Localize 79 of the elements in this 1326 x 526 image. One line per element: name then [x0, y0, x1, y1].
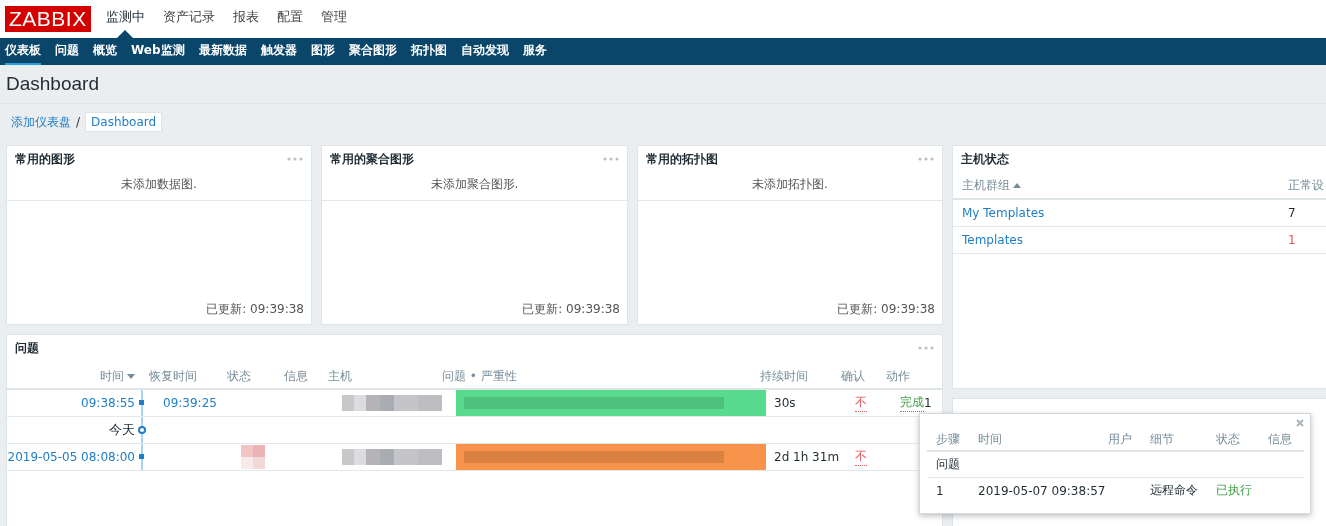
breadcrumb-separator: / [76, 115, 81, 129]
date-divider: 今天 [108, 421, 135, 439]
problem-severity-cell[interactable] [456, 390, 766, 416]
breadcrumb-link[interactable]: 添加仪表盘 [11, 111, 71, 133]
sub-menu-item[interactable]: 问题 [55, 38, 79, 65]
more-icon[interactable] [918, 157, 934, 161]
widget-title: 常用的拓扑图 [646, 150, 718, 168]
ack-link[interactable]: 不 [855, 394, 867, 412]
column-header[interactable]: 确认 [841, 365, 886, 388]
ack-link[interactable]: 不 [855, 448, 867, 466]
sub-menu-item[interactable]: 概览 [93, 38, 117, 65]
empty-message: 未添加拓扑图. [638, 172, 942, 201]
sub-menu-item[interactable]: 拓扑图 [410, 38, 447, 65]
count-cell: 7 [1288, 206, 1296, 220]
duration-cell-text: 2d 1h 31m [773, 449, 841, 466]
column-header: 信息 [1268, 430, 1292, 448]
sub-menu-item[interactable]: 仪表板 [5, 38, 41, 65]
time-link[interactable]: 2019-05-05 08:08:00 [7, 444, 135, 470]
sub-menu-item[interactable]: 最新数据 [198, 38, 247, 65]
column-header[interactable]: 主机群组 [962, 176, 1288, 194]
timeline-circle-icon [138, 426, 146, 434]
more-icon[interactable] [918, 346, 934, 350]
column-header: 时间 [978, 430, 1003, 448]
sub-menu-item[interactable]: 自动发现 [460, 38, 509, 65]
top-menu-item[interactable]: 报表 [232, 0, 259, 38]
top-menu-item[interactable]: 管理 [320, 0, 347, 38]
column-header[interactable]: 动作 [886, 365, 936, 388]
zabbix-logo[interactable]: ZABBIX [6, 7, 90, 31]
sort-down-icon [127, 374, 135, 379]
more-icon[interactable] [287, 157, 303, 161]
sub-menu-item[interactable]: Web监测 [131, 38, 185, 65]
section-label: 问题 [936, 456, 960, 473]
time-cell-text: 2019-05-07 09:38:57 [978, 483, 1107, 498]
recovery-time-link[interactable]: 09:39:25 [163, 396, 217, 410]
widget-title: 常用的聚合图形 [330, 150, 414, 168]
updated-time: 已更新: 09:39:38 [521, 301, 621, 318]
column-header[interactable]: 正常设 [1288, 176, 1324, 194]
column-header[interactable]: 恢复时间 [135, 365, 227, 388]
more-icon[interactable] [603, 157, 619, 161]
widget-title: 常用的图形 [15, 150, 75, 168]
widget-title: 问题 [15, 339, 39, 357]
updated-time: 已更新: 09:39:38 [836, 301, 936, 318]
page-title: Dashboard [6, 73, 99, 95]
sub-menu-item[interactable]: 服务 [522, 38, 547, 65]
column-header[interactable]: 持续时间 [752, 365, 841, 388]
column-header[interactable]: 信息 [284, 365, 328, 388]
detail-cell-text: 远程命令 [1150, 482, 1199, 499]
status-cell-text: 已执行 [1216, 482, 1253, 499]
sort-up-icon [1013, 182, 1021, 188]
column-header[interactable]: 问题 • 严重性 [442, 365, 752, 388]
column-header: 步骤 [936, 430, 961, 448]
column-header: 细节 [1150, 430, 1175, 448]
top-menu-item[interactable]: 配置 [276, 0, 303, 38]
close-icon[interactable] [1296, 419, 1304, 427]
breadcrumb-link[interactable]: Dashboard [85, 112, 163, 132]
empty-message: 未添加数据图. [7, 172, 311, 201]
column-header[interactable]: 主机 [328, 365, 442, 388]
problem-severity-cell[interactable] [456, 444, 766, 470]
column-header: 用户 [1108, 430, 1133, 448]
sub-menu-item[interactable]: 聚合图形 [348, 38, 397, 65]
blurred-status-drawing [241, 445, 265, 469]
time-link[interactable]: 09:38:55 [7, 390, 135, 416]
empty-message: 未添加聚合图形. [322, 172, 627, 201]
host-group-link[interactable]: My Templates [962, 206, 1288, 220]
sub-menu-item[interactable]: 触发器 [260, 38, 297, 65]
action-count: 1 [924, 396, 932, 410]
duration-cell-text: 30s [773, 395, 797, 412]
column-header: 状态 [1216, 430, 1241, 448]
action-link[interactable]: 完成 [900, 394, 924, 412]
sub-menu-item[interactable]: 图形 [310, 38, 335, 65]
updated-time: 已更新: 09:39:38 [205, 301, 305, 318]
top-menu-item[interactable]: 监测中 [105, 0, 145, 38]
host-group-link[interactable]: Templates [962, 233, 1288, 247]
count-cell: 1 [1288, 233, 1296, 247]
step-cell-text: 1 [936, 483, 945, 498]
column-header[interactable]: 时间 [7, 365, 135, 388]
top-menu-item[interactable]: 资产记录 [162, 0, 215, 38]
column-header[interactable]: 状态 [227, 365, 284, 388]
widget-title: 主机状态 [961, 150, 1009, 168]
